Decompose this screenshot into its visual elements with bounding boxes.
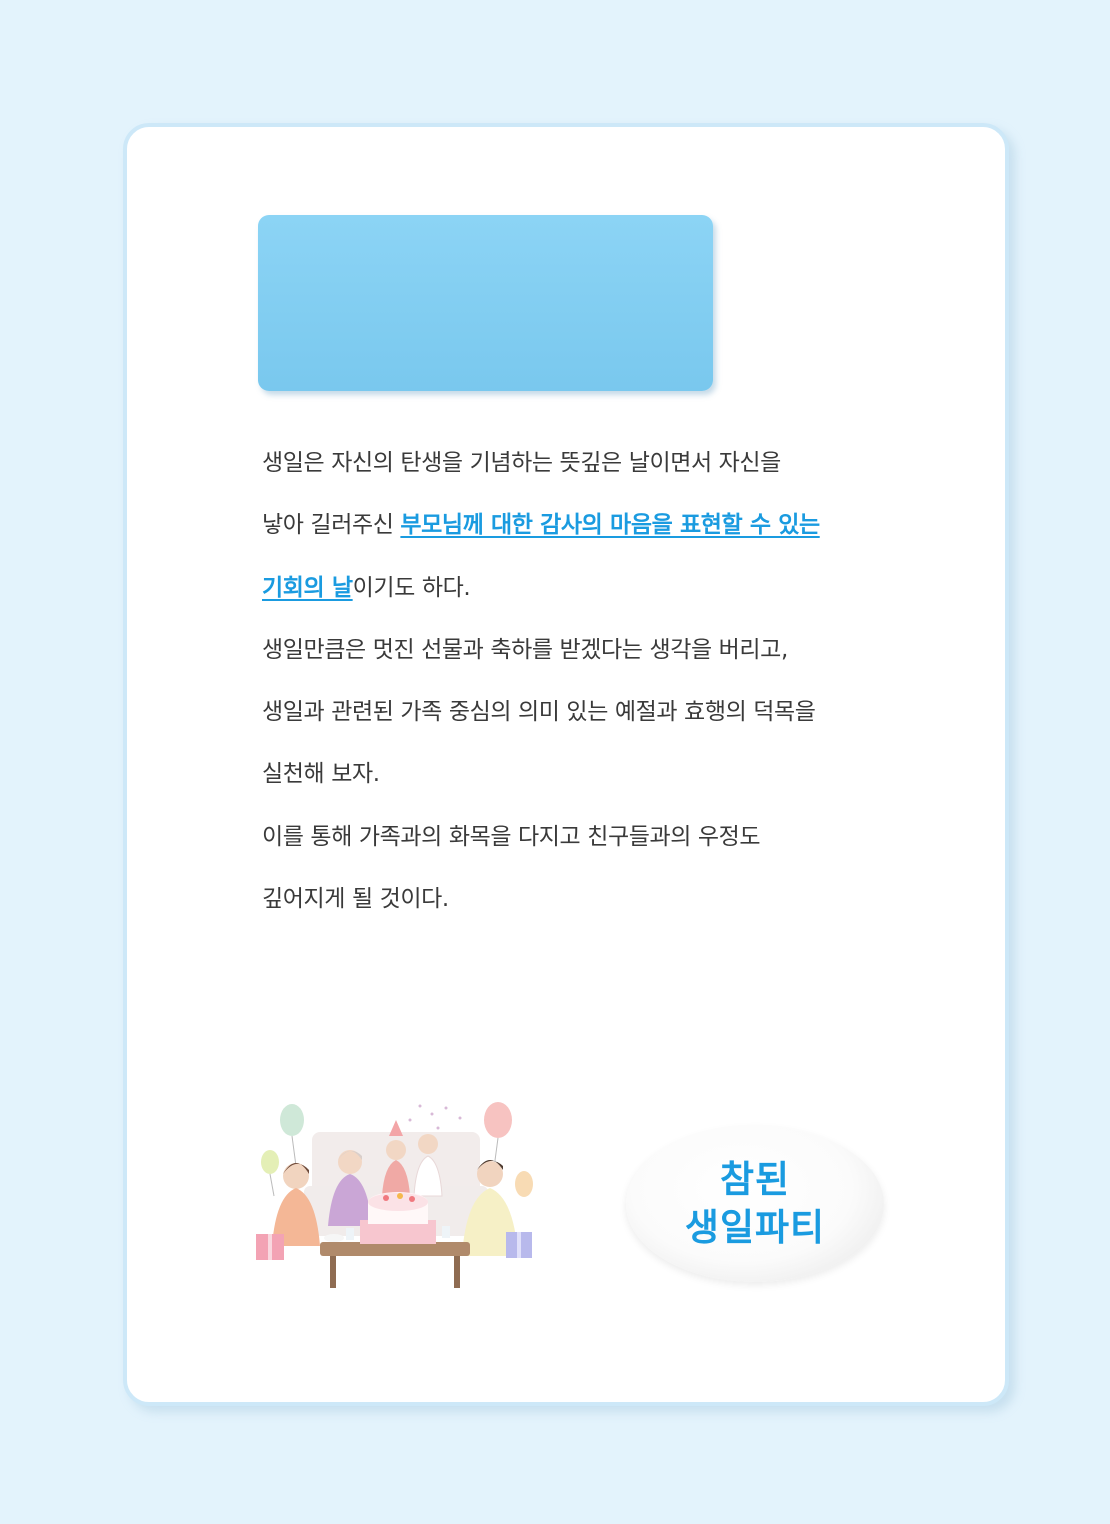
balloon-icon [484,1102,512,1169]
text-line: 낳아 길러주신 부모님께 대한 감사의 마음을 표현할 수 있는 [262,512,820,539]
text-line: 기회의 날이기도 하다. [262,574,471,601]
badge-line-1: 참된 [719,1158,791,1201]
text-line: 생일과 관련된 가족 중심의 의미 있는 예절과 효행의 덕목을 [262,699,816,726]
highlight-text: 기회의 날 [262,574,353,601]
cake-icon [360,1192,436,1244]
text-line: 이를 통해 가족과의 화목을 다지고 친구들과의 우정도 [262,823,761,850]
header-banner [258,215,713,391]
title-badge: 참된 생일파티 [626,1126,884,1282]
text-line: 생일은 자신의 탄생을 기념하는 뜻깊은 날이면서 자신을 [262,450,781,476]
highlight-text: 부모님께 대한 감사의 마음을 표현할 수 있는 [400,512,820,539]
balloon-icon [261,1150,279,1197]
text-line: 깊어지게 될 것이다. [262,886,449,913]
balloon-icon [515,1171,533,1197]
body-text: 생일은 자신의 탄생을 기념하는 뜻깊은 날이면서 자신을 낳아 길러주신 부모… [262,432,902,930]
text-line: 생일만큼은 멋진 선물과 축하를 받겠다는 생각을 버리고, [262,636,788,663]
confetti-icon [408,1104,462,1130]
birthday-party-illustration [256,1102,533,1288]
badge-line-2: 생일파티 [684,1206,826,1249]
balloon-icon [280,1104,304,1167]
text-line: 실천해 보자. [262,761,380,788]
